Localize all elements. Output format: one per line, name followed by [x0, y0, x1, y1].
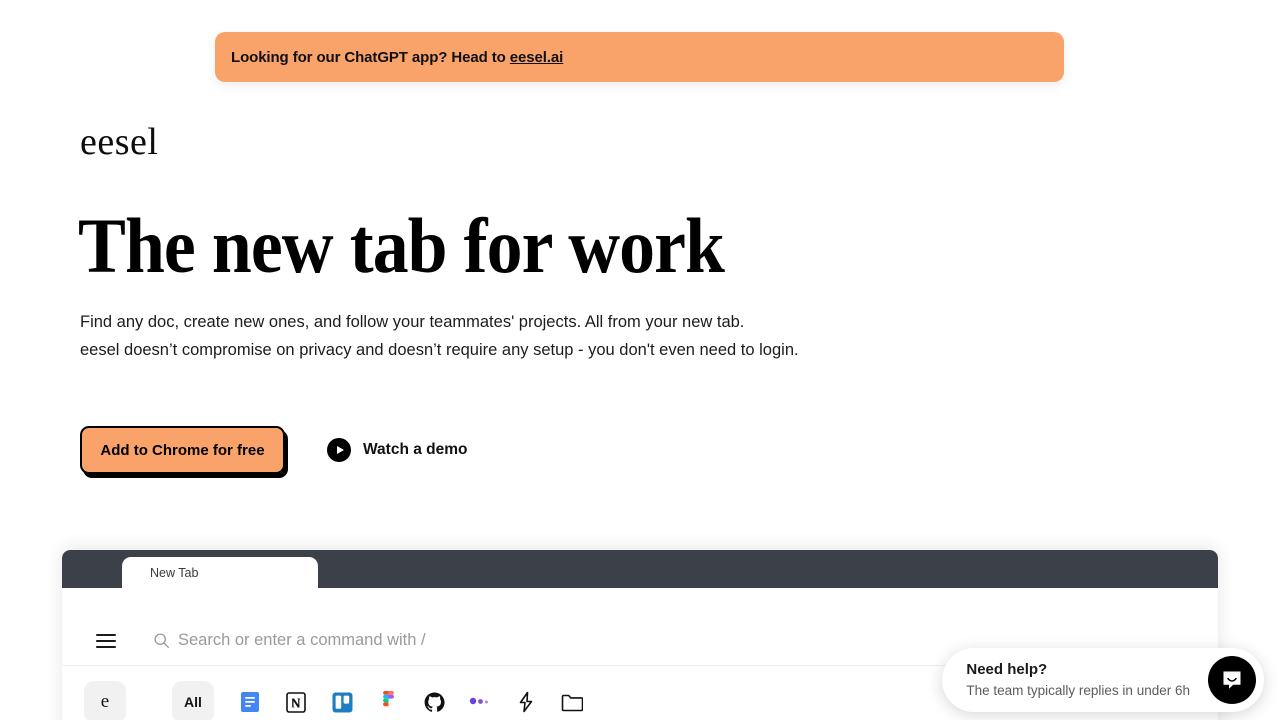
search-icon [153, 632, 170, 649]
landing-page: Looking for our ChatGPT app? Head to ees… [0, 0, 1280, 720]
browser-tab-new-tab[interactable]: New Tab [122, 557, 318, 588]
hero-subtitle-line-1: Find any doc, create new ones, and follo… [80, 313, 745, 331]
figma-icon[interactable] [377, 691, 399, 713]
menu-icon[interactable] [96, 633, 116, 648]
eesel-ai-link[interactable]: eesel.ai [510, 49, 564, 66]
trello-icon[interactable] [331, 691, 353, 713]
filter-all-chip[interactable]: All [172, 681, 214, 720]
chat-widget-title: Need help? [966, 660, 1048, 678]
folder-icon[interactable] [561, 691, 583, 713]
chat-widget[interactable]: Need help? The team typically replies in… [942, 648, 1264, 712]
browser-tab-label: New Tab [150, 565, 199, 580]
hero-subtitle: Find any doc, create new ones, and follo… [80, 308, 799, 364]
announcement-banner-text: Looking for our ChatGPT app? Head to ees… [231, 49, 563, 66]
search-input[interactable]: Search or enter a command with / [178, 631, 426, 650]
dots-icon[interactable] [469, 691, 491, 713]
add-to-chrome-button[interactable]: Add to Chrome for free [80, 426, 285, 474]
lightning-icon[interactable] [515, 691, 537, 713]
announcement-banner-message: Looking for our ChatGPT app? Head to [231, 48, 510, 66]
eesel-logo[interactable]: eesel [80, 120, 158, 164]
chat-widget-text: Need help? The team typically replies in… [966, 660, 1190, 701]
intercom-icon[interactable] [1208, 656, 1256, 704]
avatar[interactable]: e [84, 681, 126, 720]
announcement-banner[interactable]: Looking for our ChatGPT app? Head to ees… [215, 32, 1064, 82]
cta-row: Add to Chrome for free Watch a demo [80, 426, 468, 474]
github-icon[interactable] [423, 691, 445, 713]
watch-demo-button[interactable]: Watch a demo [327, 438, 468, 462]
hero-subtitle-line-2: eesel doesn’t compromise on privacy and … [80, 341, 799, 359]
chat-widget-subtitle: The team typically replies in under 6h [966, 682, 1190, 698]
play-icon [327, 438, 351, 462]
notion-icon[interactable] [285, 691, 307, 713]
watch-demo-label: Watch a demo [363, 441, 468, 458]
page-title: The new tab for work [78, 202, 725, 289]
google-docs-icon[interactable] [239, 691, 261, 713]
